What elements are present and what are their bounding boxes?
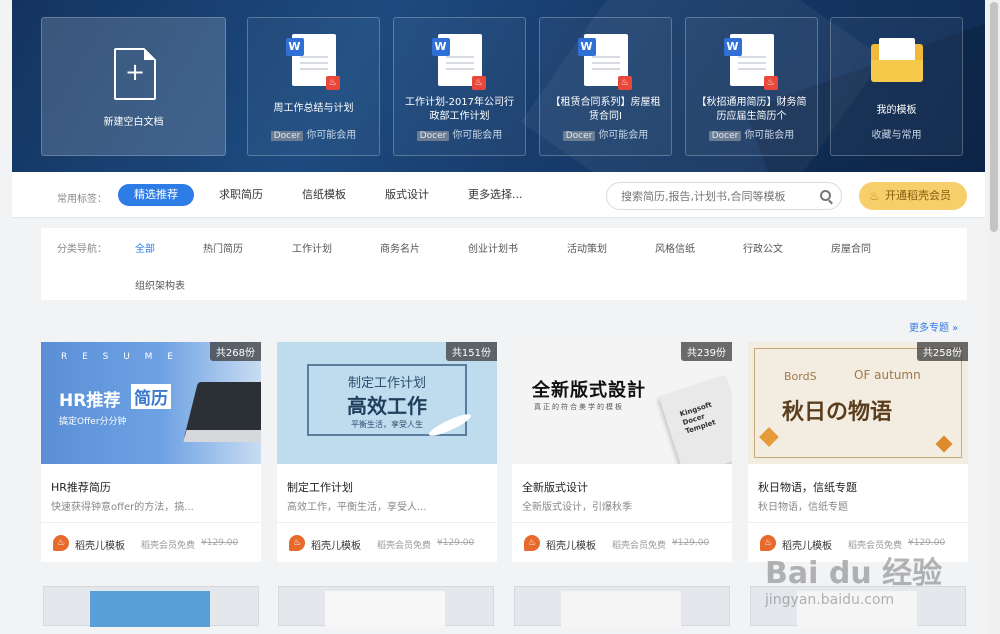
card-description: 秋日物语，信纸专题 [758,502,848,513]
tile-title: 周工作总结与计划 [273,103,354,114]
vertical-scrollbar[interactable] [988,0,1000,634]
baidu-watermark: Bai du 经验 [765,556,943,591]
category-business-card[interactable]: 商务名片 [380,240,420,255]
vip-free-label: 稻壳会员免费 [377,541,432,551]
tab-featured[interactable]: 精选推荐 [118,184,194,206]
category-business-plan[interactable]: 创业计划书 [468,240,518,255]
template-count: 共151份 [445,342,497,361]
tile-title: 工作计划-2017年公司行政部工作计划 [404,97,515,122]
card-title: 秋日物语，信纸专题 [758,481,857,494]
docer-logo-icon: ♨ [53,535,69,551]
docer-badge: Docer [270,131,304,141]
docer-badge: Docer [416,131,450,141]
category-style-letter[interactable]: 风格信纸 [655,240,695,255]
card-title: HR推荐简历 [51,481,111,494]
word-doc-icon: W ♨ [285,34,340,90]
card-author: 稻壳儿模板 [75,541,125,552]
template-card[interactable]: 制定工作计划 高效工作 平衡生活，享受人生 共151份 制定工作计划 高效工作，… [277,342,497,562]
template-card[interactable]: R E S U M E HR推荐 简历 搞定Offer分分钟 共268份 HR推… [41,342,261,562]
word-doc-icon: W ♨ [577,34,632,90]
original-price: ¥129.00 [437,538,475,548]
category-hot-resume[interactable]: 热门简历 [203,240,243,255]
category-work-plan[interactable]: 工作计划 [292,240,332,255]
card-author: 稻壳儿模板 [311,541,361,552]
tag-nav-bar: 常用标签： 精选推荐 求职简历 信纸模板 版式设计 更多选择... ♨ 开通稻壳… [12,172,985,218]
template-count: 共239份 [680,342,732,361]
word-doc-icon: W ♨ [431,34,486,90]
template-count: 共268份 [209,342,261,361]
common-tags-label: 常用标签： [57,194,107,205]
template-card[interactable] [278,586,494,627]
category-nav: 分类导航： 全部 热门简历 工作计划 商务名片 创业计划书 活动策划 风格信纸 … [41,228,967,300]
template-count: 共258份 [916,342,968,361]
original-price: ¥129.00 [672,538,710,548]
tile-subtitle: Docer 你可能会用 [248,126,379,141]
docer-badge: Docer [562,131,596,141]
tab-resume[interactable]: 求职简历 [203,184,279,206]
tab-more[interactable]: 更多选择... [452,184,539,206]
search-input[interactable] [621,188,811,204]
card-description: 全新版式设计，引爆秋季 [522,502,632,513]
card-author: 稻壳儿模板 [546,541,596,552]
category-all[interactable]: 全部 [135,240,155,255]
card-description: 高效工作，平衡生活，享受人... [287,502,427,513]
recommended-doc-tile[interactable]: W ♨ 【秋招通用简历】财务简历应届生简历个 Docer 你可能会用 [685,17,818,156]
recommended-doc-tile[interactable]: W ♨ 【租赁合同系列】房屋租赁合同I Docer 你可能会用 [539,17,672,156]
tab-letter-paper[interactable]: 信纸模板 [286,184,362,206]
docer-badge: Docer [708,131,742,141]
vip-free-label: 稻壳会员免费 [141,541,196,551]
recommended-doc-tile[interactable]: W ♨ 周工作总结与计划 Docer 你可能会用 [247,17,380,156]
category-event-planning[interactable]: 活动策划 [567,240,607,255]
original-price: ¥129.00 [908,538,946,548]
new-doc-icon: + [114,48,156,100]
tile-subtitle: 收藏与常用 [871,130,922,141]
open-vip-button[interactable]: ♨ 开通稻壳会员 [859,182,967,210]
template-card[interactable]: BordS OF autumn 秋日の物语 共258份 秋日物语，信纸专题 秋日… [748,342,968,562]
template-card[interactable] [514,586,730,627]
template-card[interactable]: 全新版式設計 真正的符合美学的模板 Kingsoft Docer Templet… [512,342,732,562]
tile-title: 【租赁合同系列】房屋租赁合同I [550,97,661,122]
folder-icon [870,38,923,82]
recommended-doc-tile[interactable]: W ♨ 工作计划-2017年公司行政部工作计划 Docer 你可能会用 [393,17,526,156]
template-card[interactable] [43,586,259,627]
tile-subtitle: Docer 你可能会用 [394,126,525,141]
tab-layout-design[interactable]: 版式设计 [369,184,445,206]
original-price: ¥129.00 [201,538,239,548]
search-icon[interactable] [820,190,831,201]
template-banner: + 新建空白文档 W ♨ 周工作总结与计划 Docer 你可能会用 W ♨ 工作计划-… [12,0,985,172]
card-description: 快速获得钟意offer的方法，搞... [51,502,194,513]
tile-title: 【秋招通用简历】财务简历应届生简历个 [696,97,807,122]
tile-title: 新建空白文档 [103,117,164,128]
category-official-doc[interactable]: 行政公文 [743,240,783,255]
tile-title: 我的模板 [876,105,917,116]
more-topics-link[interactable]: 更多专题 » [909,319,958,334]
my-templates-tile[interactable]: 我的模板 收藏与常用 [830,17,963,156]
baidu-watermark-url: jingyan.baidu.com [765,592,895,608]
docer-logo-icon: ♨ [524,535,540,551]
scrollbar-thumb[interactable] [990,2,998,232]
template-search[interactable] [606,182,842,210]
tile-subtitle: Docer 你可能会用 [686,126,817,141]
docer-logo-icon: ♨ [289,535,305,551]
card-title: 全新版式设计 [522,481,588,494]
vip-free-label: 稻壳会员免费 [612,541,667,551]
category-nav-label: 分类导航： [57,244,107,255]
category-org-chart[interactable]: 组织架构表 [135,277,185,292]
word-doc-icon: W ♨ [723,34,778,90]
flame-icon: ♨ [869,189,880,203]
category-house-contract[interactable]: 房屋合同 [831,240,871,255]
tile-subtitle: Docer 你可能会用 [540,126,671,141]
new-blank-doc-tile[interactable]: + 新建空白文档 [41,17,226,156]
card-title: 制定工作计划 [287,481,353,494]
